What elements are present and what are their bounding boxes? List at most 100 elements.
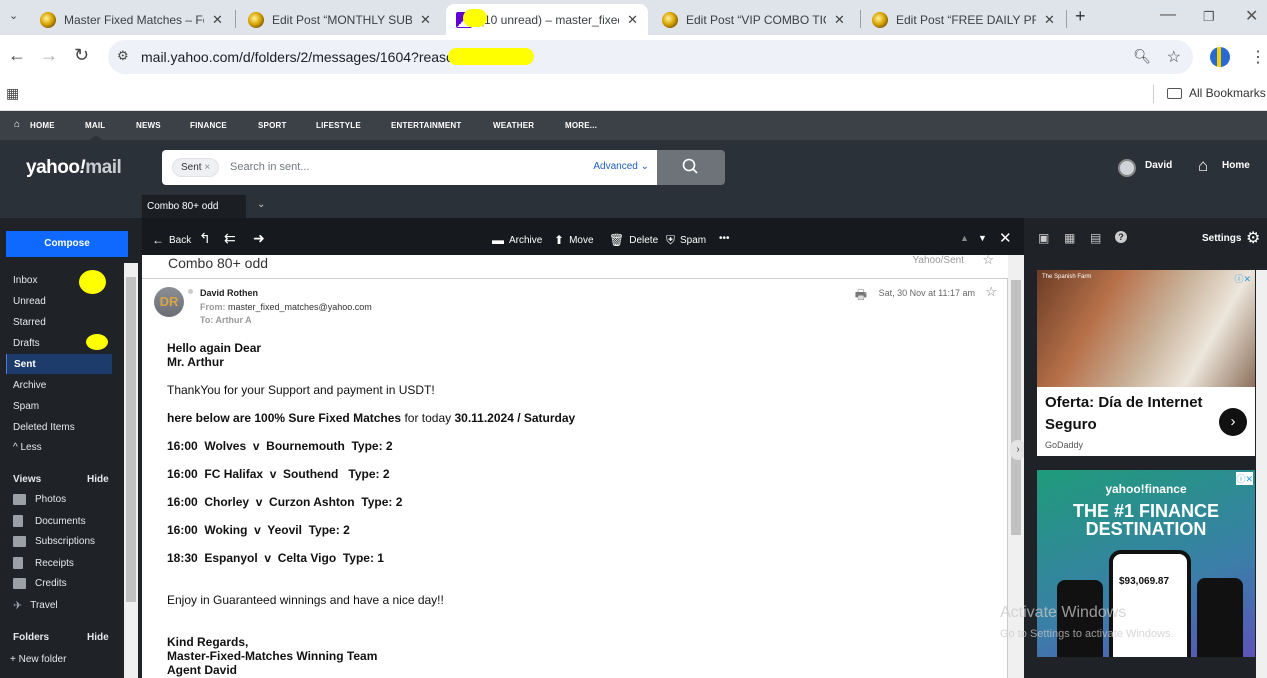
view-travel[interactable]: ✈ Travel: [13, 599, 58, 612]
forward-icon[interactable]: ➜: [253, 230, 265, 247]
spam-button[interactable]: ⛨ Spam: [666, 233, 706, 248]
gear-icon[interactable]: ⚙: [1246, 228, 1260, 248]
views-heading: Views: [13, 474, 42, 485]
browser-tab[interactable]: Master Fixed Matches – Foot ✕: [30, 4, 233, 35]
close-message-icon[interactable]: ✕: [999, 229, 1012, 247]
new-folder-button[interactable]: + New folder: [10, 654, 66, 665]
browser-tab[interactable]: Edit Post “FREE DAILY PREDI ✕: [862, 4, 1065, 35]
nav-lifestyle[interactable]: LIFESTYLE: [316, 121, 361, 130]
nav-sport[interactable]: SPORT: [258, 121, 287, 130]
less-toggle[interactable]: ^ Less: [6, 437, 112, 457]
more-actions-button[interactable]: •••: [719, 233, 730, 244]
folder-unread[interactable]: Unread: [6, 291, 112, 311]
yahoo-property-nav: ⌂ HOME MAIL NEWS FINANCE SPORT LIFESTYLE…: [0, 111, 1267, 140]
tab-dropdown-chevron-icon[interactable]: ⌄: [257, 199, 265, 210]
browser-menu-icon[interactable]: ⋮: [1250, 47, 1266, 67]
view-credits[interactable]: Credits: [13, 578, 67, 589]
back-arrow-icon[interactable]: ←: [8, 45, 26, 66]
print-icon[interactable]: 🖶: [855, 286, 867, 308]
folder-spam[interactable]: Spam: [6, 396, 112, 416]
site-info-icon[interactable]: ⚙: [117, 48, 129, 64]
close-tab-icon[interactable]: ✕: [834, 12, 845, 28]
forward-arrow-icon[interactable]: →: [40, 45, 58, 66]
back-button[interactable]: ← Back: [152, 233, 191, 247]
star-thread-icon[interactable]: ☆: [982, 252, 994, 268]
bookmark-star-icon[interactable]: ☆: [1167, 47, 1181, 67]
browser-tab[interactable]: Edit Post “VIP COMBO TICKE ✕: [652, 4, 855, 35]
reply-icon[interactable]: ↰: [199, 230, 211, 247]
ad-title[interactable]: Oferta: Día de Internet Seguro: [1045, 392, 1215, 436]
compose-button[interactable]: Compose: [6, 231, 128, 257]
sidebar-scrollbar[interactable]: [124, 263, 138, 678]
trash-icon: 🗑︎: [609, 233, 625, 247]
next-message-icon[interactable]: ▼: [978, 233, 987, 243]
close-tab-icon[interactable]: ✕: [212, 12, 223, 28]
ad-info-icon[interactable]: ⓘ✕: [1234, 272, 1251, 285]
from-email[interactable]: master_fixed_matches@yahoo.com: [228, 302, 372, 312]
recipient[interactable]: Arthur A: [216, 315, 252, 325]
delete-button[interactable]: 🗑︎ Delete: [609, 233, 658, 247]
notepad-icon[interactable]: ▤: [1090, 231, 1101, 245]
reload-icon[interactable]: ↻: [74, 45, 89, 66]
ad-card[interactable]: The Spanish Farm ⓘ✕ Oferta: Día de Inter…: [1037, 270, 1255, 456]
folder-starred[interactable]: Starred: [6, 312, 112, 332]
close-tab-icon[interactable]: ✕: [1044, 12, 1055, 28]
reply-all-icon[interactable]: ⇇: [224, 230, 236, 247]
minimize-window-icon[interactable]: —: [1160, 6, 1176, 24]
nav-news[interactable]: NEWS: [136, 121, 161, 130]
body-greeting: Mr. Arthur: [167, 355, 224, 369]
view-subscriptions[interactable]: Subscriptions: [13, 536, 95, 547]
nav-weather[interactable]: WEATHER: [493, 121, 534, 130]
chevron-right-icon[interactable]: ›: [1219, 408, 1247, 436]
home-icon[interactable]: ⌂: [1198, 156, 1208, 176]
contacts-icon[interactable]: ▣: [1038, 231, 1049, 245]
browser-tab[interactable]: Edit Post “MONTHLY SUBSCR ✕: [238, 4, 441, 35]
right-rail-scrollbar[interactable]: [1256, 270, 1267, 678]
restore-window-icon[interactable]: ❐: [1203, 9, 1215, 25]
nav-more[interactable]: MORE...: [565, 121, 597, 130]
apps-grid-icon[interactable]: ▦: [6, 85, 19, 102]
views-hide-link[interactable]: Hide: [87, 474, 109, 485]
tab-search-chevron-icon[interactable]: ⌄: [9, 9, 18, 22]
nav-home[interactable]: HOME: [30, 121, 55, 130]
view-receipts[interactable]: Receipts: [13, 557, 74, 569]
folder-icon: [1167, 87, 1182, 99]
profile-avatar-icon[interactable]: [1210, 47, 1230, 67]
all-bookmarks-button[interactable]: All Bookmarks: [1167, 86, 1266, 100]
yahoo-mail-logo[interactable]: yahoo!mail: [26, 157, 122, 179]
user-name-link[interactable]: David: [1145, 160, 1172, 171]
view-documents[interactable]: Documents: [13, 515, 86, 527]
message-folder-label[interactable]: Yahoo/Sent: [912, 255, 964, 266]
open-message-tab[interactable]: Combo 80+ odd: [142, 195, 246, 218]
help-icon[interactable]: ?: [1115, 231, 1127, 243]
archive-button[interactable]: ▬ Archive: [492, 233, 542, 247]
nav-finance[interactable]: FINANCE: [190, 121, 227, 130]
search-button[interactable]: [657, 150, 725, 185]
advanced-search-button[interactable]: Advanced ⌄: [593, 161, 649, 172]
folder-archive[interactable]: Archive: [6, 375, 112, 395]
home-link[interactable]: Home: [1222, 160, 1250, 171]
football-favicon-icon: [248, 11, 264, 28]
user-avatar-icon[interactable]: [1118, 159, 1136, 177]
search-folder-chip[interactable]: Sent ×: [172, 158, 220, 177]
zoom-icon[interactable]: 🔍︎: [1133, 48, 1151, 65]
folder-deleted-items[interactable]: Deleted Items: [6, 417, 112, 437]
previous-message-icon[interactable]: ▲: [960, 233, 969, 243]
calendar-icon[interactable]: ▦: [1064, 231, 1075, 245]
search-input[interactable]: Sent × Search in sent... Advanced ⌄: [162, 150, 657, 185]
sender-name[interactable]: David Rothen: [200, 288, 258, 298]
view-photos[interactable]: Photos: [13, 494, 66, 505]
url-input[interactable]: ⚙ mail.yahoo.com/d/folders/2/messages/16…: [108, 40, 1193, 74]
nav-entertainment[interactable]: ENTERTAINMENT: [391, 121, 461, 130]
new-tab-button[interactable]: +: [1075, 6, 1086, 27]
close-tab-icon[interactable]: ✕: [627, 12, 638, 28]
folders-hide-link[interactable]: Hide: [87, 632, 109, 643]
remove-chip-icon[interactable]: ×: [204, 162, 210, 173]
move-button[interactable]: ⬆ Move: [554, 233, 594, 247]
star-message-icon[interactable]: ☆: [985, 284, 997, 300]
close-tab-icon[interactable]: ✕: [420, 12, 431, 28]
nav-mail[interactable]: MAIL: [85, 121, 105, 130]
close-window-icon[interactable]: ✕: [1245, 6, 1258, 26]
folder-sent[interactable]: Sent: [6, 354, 112, 374]
settings-link[interactable]: Settings: [1202, 233, 1241, 244]
